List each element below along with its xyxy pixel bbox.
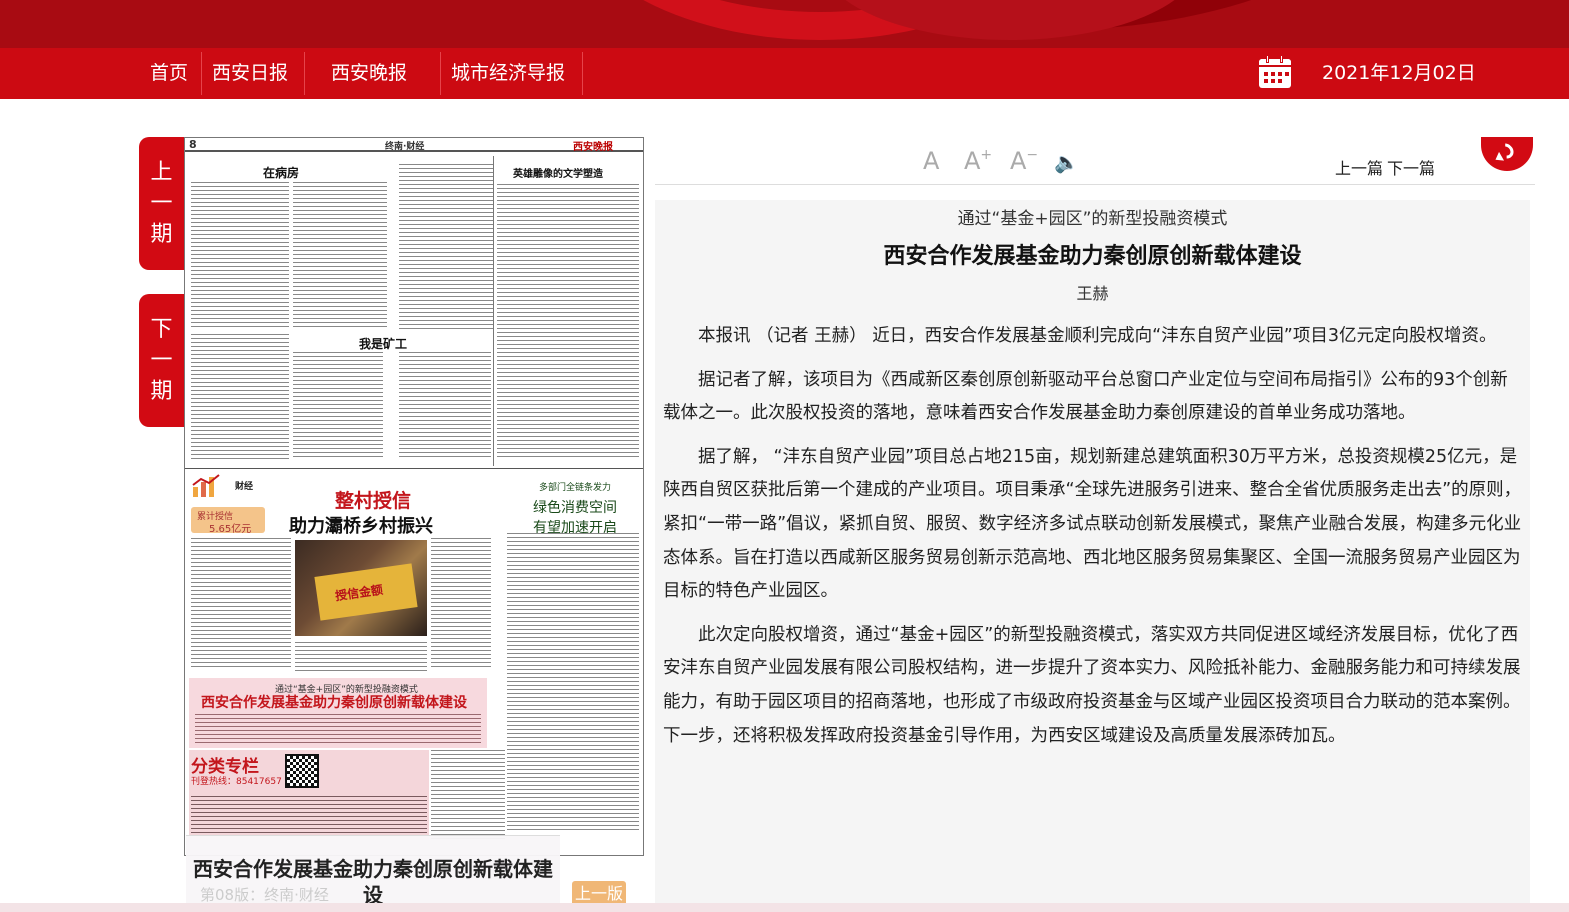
next-issue-char: 一	[150, 348, 173, 373]
highlighted-article[interactable]: 通过“基金+园区”的新型投融资模式 西安合作发展基金助力秦创原创新载体建设	[189, 678, 487, 748]
green-title-line: 绿色消费空间	[533, 500, 617, 516]
prev-issue-char: 期	[150, 222, 173, 247]
paper-page-number: 8	[189, 138, 197, 151]
classified-ads: 分类专栏 刊登热线：85417657	[189, 750, 429, 840]
caption-page: 第08版：终南·财经	[200, 886, 329, 904]
credit-total-box: 累计授信 5.65亿元	[191, 507, 265, 535]
article-panel: 通过“基金+园区”的新型投融资模式 西安合作发展基金助力秦创原创新载体建设 王赫…	[655, 200, 1530, 903]
issue-date: 2021年12月02日	[1322, 62, 1476, 84]
photo-board-text: 授信金额	[334, 582, 384, 604]
font-increase-button[interactable]: A+	[964, 147, 992, 175]
font-up-label: A	[964, 147, 981, 175]
ad-phone: 刊登热线：85417657	[191, 777, 282, 787]
next-issue-char: 期	[150, 379, 173, 404]
font-normal-button[interactable]: A	[923, 147, 939, 175]
next-issue-button[interactable]: 下 一 期	[139, 294, 184, 427]
credit-total-value: 5.65亿元	[209, 524, 252, 535]
finance-chart-icon	[192, 474, 220, 497]
font-up-sign: +	[980, 147, 993, 163]
speaker-icon[interactable]: 🔈	[1054, 150, 1079, 174]
next-article-link[interactable]: 下一篇	[1387, 155, 1435, 179]
nav-bar: 首页 西安日报 西安晚报 城市经济导报 2021年12月02日	[0, 48, 1569, 99]
footer-bar	[0, 903, 1569, 912]
font-down-label: A	[1010, 147, 1027, 175]
article-paragraph: 本报讯 （记者 王赫） 近日，西安合作发展基金顺利完成向“沣东自贸产业园”项目3…	[698, 326, 1497, 346]
article-title: 西安合作发展基金助力秦创原创新载体建设	[883, 244, 1302, 269]
nav-city-economy[interactable]: 城市经济导报	[451, 48, 565, 99]
paper-section: 终南·财经	[385, 142, 425, 152]
prev-issue-char: 一	[150, 191, 173, 216]
finance-section-badge: 财经	[191, 473, 281, 503]
nav-home[interactable]: 首页	[150, 48, 188, 99]
article-subtitle: 通过“基金+园区”的新型投融资模式	[957, 209, 1228, 229]
paper-brand: 西安晚报	[573, 142, 613, 153]
article-author: 王赫	[1076, 284, 1109, 303]
highlighted-article-title: 西安合作发展基金助力秦创原创新载体建设	[201, 695, 467, 711]
prev-article-link[interactable]: 上一篇	[1335, 155, 1383, 179]
qr-code-icon	[285, 754, 319, 788]
article-caption: 西安合作发展基金助力秦创原创新载体建设 第08版：终南·财经	[186, 835, 560, 907]
article-toolbar: A A+ A− 🔈 上一篇 下一篇	[655, 137, 1535, 185]
article-paragraph: 据了解， “沣东自贸产业园”项目总占地215亩，规划新建总建筑面积30万平方米，…	[663, 446, 1522, 602]
newspaper-page-image[interactable]: 8 终南·财经 西安晚报 在病房 英雄雕像的文学塑造 我是矿工 财经 累计授信 …	[184, 137, 644, 856]
green-kicker: 多部门全链条发力	[538, 483, 611, 493]
paper-headline: 英雄雕像的文学塑造	[513, 169, 603, 180]
finance-label: 财经	[235, 482, 254, 492]
article-paragraph: 据记者了解，该项目为《西咸新区秦创原创新驱动平台总窗口产业定位与空间布局指引》公…	[663, 369, 1508, 424]
paper-headline-red: 整村授信	[335, 490, 412, 512]
paper-headline: 我是矿工	[359, 337, 408, 351]
nav-xian-daily[interactable]: 西安日报	[212, 48, 288, 99]
prev-issue-char: 上	[150, 160, 173, 185]
font-down-sign: −	[1026, 147, 1039, 163]
ceremony-photo: 授信金额	[295, 540, 427, 636]
paper-headline-black: 助力灞桥乡村振兴	[289, 516, 433, 537]
article-paragraph: 此次定向股权增资，通过“基金+园区”的新型投融资模式，落实双方共同促进区域经济发…	[663, 624, 1521, 746]
paper-header: 8 终南·财经 西安晚报	[185, 138, 643, 153]
nav-xian-evening[interactable]: 西安晚报	[331, 48, 407, 99]
font-normal-label: A	[923, 147, 940, 175]
top-banner	[0, 0, 1569, 48]
green-consumption-headline: 多部门全链条发力 绿色消费空间 有望加速开启	[515, 480, 635, 537]
calendar-icon[interactable]	[1259, 55, 1291, 88]
next-issue-char: 下	[150, 317, 173, 342]
prev-issue-button[interactable]: 上 一 期	[139, 137, 184, 270]
paper-headline: 在病房	[263, 166, 300, 180]
article-body: 本报讯 （记者 王赫） 近日，西安合作发展基金顺利完成向“沣东自贸产业园”项目3…	[663, 320, 1523, 763]
font-decrease-button[interactable]: A−	[1010, 147, 1038, 175]
